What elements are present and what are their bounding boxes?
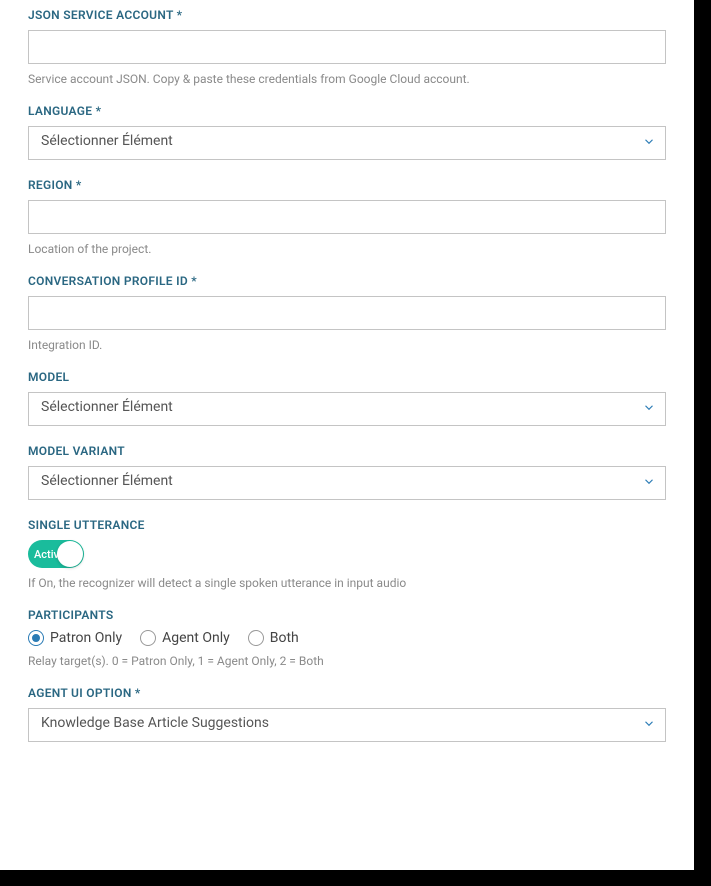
model-variant-select[interactable]: Sélectionner Élément — [28, 466, 666, 500]
participants-help: Relay target(s). 0 = Patron Only, 1 = Ag… — [28, 654, 666, 668]
json-service-account-input[interactable] — [28, 30, 666, 64]
json-service-account-help: Service account JSON. Copy & paste these… — [28, 72, 666, 86]
field-language: LANGUAGE * Sélectionner Élément — [28, 104, 666, 160]
radio-agent-only-label: Agent Only — [162, 630, 230, 646]
participants-radio-group: Patron Only Agent Only Both — [28, 630, 666, 646]
model-select[interactable]: Sélectionner Élément — [28, 392, 666, 426]
field-conversation-profile-id: CONVERSATION PROFILE ID * Integration ID… — [28, 274, 666, 352]
field-model-variant: MODEL VARIANT Sélectionner Élément — [28, 444, 666, 500]
model-variant-label: MODEL VARIANT — [28, 444, 666, 458]
radio-circle-icon — [140, 630, 156, 646]
toggle-knob — [57, 541, 83, 567]
region-label: REGION * — [28, 178, 666, 192]
conversation-profile-id-input[interactable] — [28, 296, 666, 330]
field-region: REGION * Location of the project. — [28, 178, 666, 256]
single-utterance-help: If On, the recognizer will detect a sing… — [28, 576, 666, 590]
radio-agent-only[interactable]: Agent Only — [140, 630, 230, 646]
language-select-wrapper: Sélectionner Élément — [28, 126, 666, 160]
model-select-wrapper: Sélectionner Élément — [28, 392, 666, 426]
radio-both[interactable]: Both — [248, 630, 299, 646]
conversation-profile-id-help: Integration ID. — [28, 338, 666, 352]
participants-label: PARTICIPANTS — [28, 608, 666, 622]
single-utterance-toggle[interactable]: Activé — [28, 540, 84, 568]
model-variant-select-wrapper: Sélectionner Élément — [28, 466, 666, 500]
field-single-utterance: SINGLE UTTERANCE Activé If On, the recog… — [28, 518, 666, 590]
region-help: Location of the project. — [28, 242, 666, 256]
language-label: LANGUAGE * — [28, 104, 666, 118]
agent-ui-option-label: AGENT UI OPTION * — [28, 686, 666, 700]
conversation-profile-id-label: CONVERSATION PROFILE ID * — [28, 274, 666, 288]
radio-circle-icon — [248, 630, 264, 646]
form-container: JSON SERVICE ACCOUNT * Service account J… — [0, 0, 694, 870]
radio-dot-icon — [32, 634, 40, 642]
agent-ui-option-select-wrapper: Knowledge Base Article Suggestions — [28, 708, 666, 742]
field-participants: PARTICIPANTS Patron Only Agent Only Both… — [28, 608, 666, 668]
language-select[interactable]: Sélectionner Élément — [28, 126, 666, 160]
agent-ui-option-select[interactable]: Knowledge Base Article Suggestions — [28, 708, 666, 742]
radio-both-label: Both — [270, 630, 299, 646]
radio-patron-only[interactable]: Patron Only — [28, 630, 122, 646]
region-input[interactable] — [28, 200, 666, 234]
json-service-account-label: JSON SERVICE ACCOUNT * — [28, 8, 666, 22]
field-json-service-account: JSON SERVICE ACCOUNT * Service account J… — [28, 8, 666, 86]
single-utterance-label: SINGLE UTTERANCE — [28, 518, 666, 532]
field-model: MODEL Sélectionner Élément — [28, 370, 666, 426]
model-label: MODEL — [28, 370, 666, 384]
field-agent-ui-option: AGENT UI OPTION * Knowledge Base Article… — [28, 686, 666, 742]
radio-circle-icon — [28, 630, 44, 646]
radio-patron-only-label: Patron Only — [50, 630, 122, 646]
